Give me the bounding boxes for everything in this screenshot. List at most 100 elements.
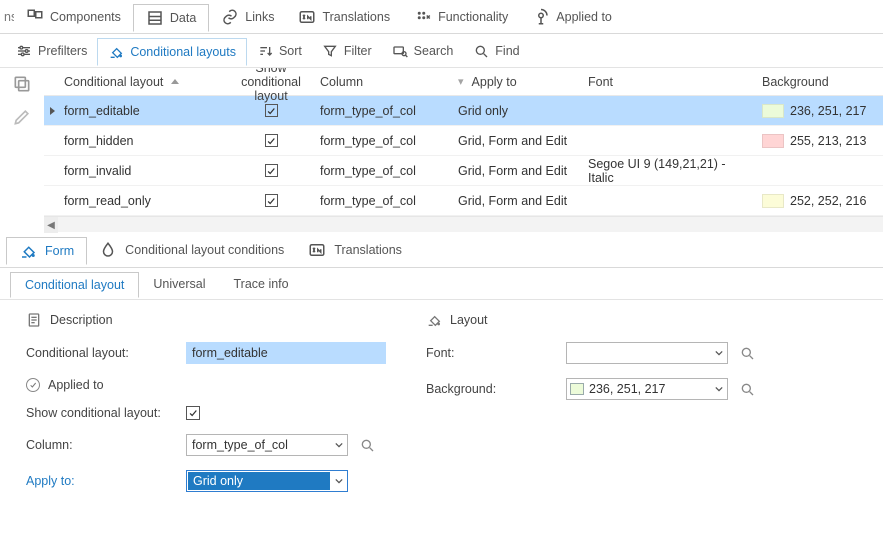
- grid-hscroll[interactable]: ◀: [44, 216, 883, 232]
- sliders-icon: [16, 43, 32, 59]
- col-header-bg[interactable]: Background: [756, 75, 876, 89]
- cell-column: form_type_of_col: [314, 134, 452, 148]
- translations-icon: [298, 8, 316, 26]
- tab-applied-to[interactable]: Applied to: [520, 3, 624, 31]
- funnel-icon: [322, 43, 338, 59]
- cell-column: form_type_of_col: [314, 194, 452, 208]
- cell-apply: Grid, Form and Edit: [452, 164, 582, 178]
- lookup-column-button[interactable]: [356, 434, 378, 456]
- label-conditional-layout: Conditional layout:: [26, 346, 186, 360]
- cell-name: form_hidden: [58, 134, 228, 148]
- table-row[interactable]: form_read_onlyform_type_of_colGrid, Form…: [44, 186, 883, 216]
- functionality-icon: [414, 8, 432, 26]
- label-background: Background:: [426, 382, 566, 396]
- section-label: Description: [50, 313, 113, 327]
- tool-sort[interactable]: Sort: [247, 37, 312, 65]
- section-layout: Layout: [426, 312, 863, 328]
- value-conditional-layout: form_editable: [186, 342, 386, 364]
- tab-label: Conditional layout conditions: [125, 243, 284, 257]
- cell-column: form_type_of_col: [314, 164, 452, 178]
- checkbox-show[interactable]: [265, 104, 278, 117]
- tab-label: Translations: [334, 243, 402, 257]
- checkbox-show[interactable]: [265, 194, 278, 207]
- combo-background[interactable]: 236, 251, 217: [566, 378, 728, 400]
- copy-icon[interactable]: [12, 74, 32, 97]
- tab-conditions[interactable]: Conditional layout conditions: [87, 236, 296, 264]
- cell-name: form_invalid: [58, 164, 228, 178]
- tab-links[interactable]: Links: [209, 3, 286, 31]
- subtab-universal[interactable]: Universal: [139, 271, 219, 297]
- combo-font[interactable]: [566, 342, 728, 364]
- tool-prefilters[interactable]: Prefilters: [6, 37, 97, 65]
- combo-column[interactable]: form_type_of_col: [186, 434, 348, 456]
- combo-apply-to[interactable]: Grid only: [186, 470, 348, 492]
- form-area: Description Conditional layout: form_edi…: [0, 300, 883, 514]
- tool-conditional-layouts[interactable]: Conditional layouts: [97, 38, 247, 66]
- label-show: Show conditional layout:: [26, 406, 186, 420]
- chevron-down-icon: [331, 435, 347, 455]
- filter-glyph-icon: ▾: [458, 75, 464, 88]
- cell-column: form_type_of_col: [314, 104, 452, 118]
- table-row[interactable]: form_invalid form_type_of_colGrid, Form a…: [44, 156, 883, 186]
- tool-label: Search: [414, 44, 454, 58]
- grid-side-toolbar: [0, 68, 44, 216]
- applied-icon: [26, 378, 40, 392]
- tool-search[interactable]: Search: [382, 37, 464, 65]
- section-label: Applied to: [48, 378, 104, 392]
- tab-label: Data: [170, 11, 196, 25]
- cell-apply: Grid only: [452, 104, 582, 118]
- cell-bg: 252, 252, 216: [756, 194, 876, 208]
- lookup-background-button[interactable]: [736, 378, 758, 400]
- checkbox-show[interactable]: [186, 406, 200, 420]
- cell-bg: 255, 213, 213: [756, 134, 876, 148]
- tab-label: Form: [45, 244, 74, 258]
- subtab-conditional-layout[interactable]: Conditional layout: [10, 272, 139, 298]
- tool-filter[interactable]: Filter: [312, 37, 382, 65]
- top-tabs: ns Components Data Links Translations: [0, 0, 883, 34]
- tool-label: Find: [495, 44, 519, 58]
- table-row[interactable]: form_editableform_type_of_colGrid only23…: [44, 96, 883, 126]
- tool-label: Conditional layouts: [130, 45, 236, 59]
- data-icon: [146, 9, 164, 27]
- subtab-trace[interactable]: Trace info: [219, 271, 302, 297]
- grid-header: Conditional layout Show conditional layo…: [44, 68, 883, 96]
- label-apply-to[interactable]: Apply to:: [26, 474, 186, 488]
- chevron-down-icon: [711, 379, 727, 399]
- drop-icon: [99, 241, 117, 259]
- combo-value: Grid only: [188, 472, 330, 490]
- grid-body: form_editableform_type_of_colGrid only23…: [44, 96, 883, 216]
- color-swatch: [762, 194, 784, 208]
- tab-label: Applied to: [556, 10, 612, 24]
- section-applied-to: Applied to: [26, 378, 396, 392]
- description-icon: [26, 312, 42, 328]
- table-row[interactable]: form_hiddenform_type_of_colGrid, Form an…: [44, 126, 883, 156]
- cell-bg: 236, 251, 217: [756, 104, 876, 118]
- tab-label: Functionality: [438, 10, 508, 24]
- section-description: Description: [26, 312, 396, 328]
- tab-translations[interactable]: Translations: [296, 236, 414, 264]
- color-swatch: [762, 134, 784, 148]
- col-header-show[interactable]: Show conditional layout: [228, 68, 314, 103]
- col-header-name[interactable]: Conditional layout: [58, 75, 228, 89]
- tool-find[interactable]: Find: [463, 37, 529, 65]
- cell-font: Segoe UI 9 (149,21,21) - Italic: [582, 157, 756, 185]
- paint-bucket-icon: [426, 312, 442, 328]
- row-caret-icon: [50, 107, 55, 115]
- tab-data[interactable]: Data: [133, 4, 209, 32]
- applied-to-icon: [532, 8, 550, 26]
- col-header-font[interactable]: Font: [582, 75, 756, 89]
- tab-translations[interactable]: Translations: [286, 3, 402, 31]
- tab-form[interactable]: Form: [6, 237, 87, 265]
- tab-components[interactable]: Components: [14, 3, 133, 31]
- col-header-apply[interactable]: ▾ Apply to: [452, 75, 582, 89]
- checkbox-show[interactable]: [265, 134, 278, 147]
- tab-functionality[interactable]: Functionality: [402, 3, 520, 31]
- label-font: Font:: [426, 346, 566, 360]
- chevron-down-icon: [711, 343, 727, 363]
- grid: Conditional layout Show conditional layo…: [44, 68, 883, 216]
- scroll-left-icon[interactable]: ◀: [44, 217, 58, 233]
- lookup-font-button[interactable]: [736, 342, 758, 364]
- checkbox-show[interactable]: [265, 164, 278, 177]
- edit-icon[interactable]: [12, 107, 32, 130]
- col-header-column[interactable]: Column: [314, 75, 452, 89]
